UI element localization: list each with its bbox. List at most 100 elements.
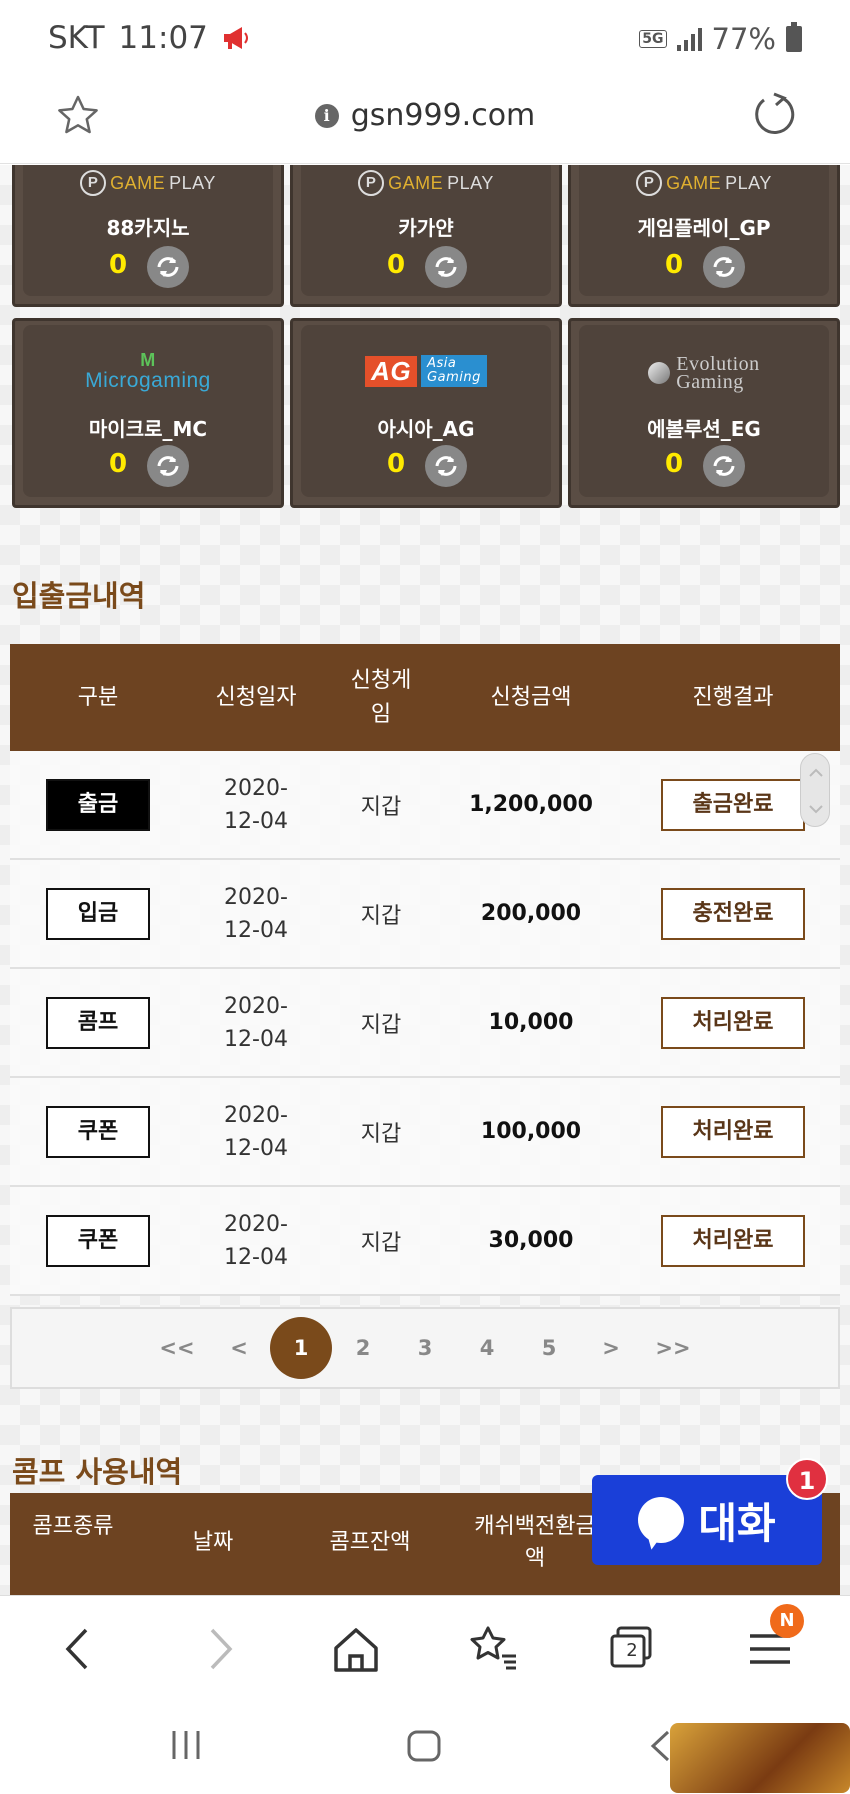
refresh-button[interactable]	[703, 246, 745, 288]
page-next[interactable]: >	[580, 1336, 642, 1360]
status-bar: SKT 11:07 5G 77%	[0, 0, 850, 80]
carrier-label: SKT	[48, 20, 105, 56]
status-button[interactable]: 충전완료	[661, 887, 805, 940]
system-nav-bar	[0, 1695, 850, 1794]
page-content: P GAME PLAY 88카지노 0 P GAME PLAY 카가얀 0 P GAME P…	[0, 165, 850, 1595]
battery-percent: 77%	[711, 22, 776, 56]
asia-gaming-logo: AG Asia Gaming	[293, 355, 559, 387]
date-cell: 2020- 12-04	[224, 1211, 288, 1270]
page-first[interactable]: <<	[146, 1336, 208, 1360]
info-icon[interactable]: i	[314, 104, 339, 128]
amount-cell: 1,200,000	[469, 792, 593, 817]
battery-icon	[786, 22, 802, 52]
floating-app-thumbnail[interactable]	[670, 1723, 850, 1793]
table-row: 콤프 2020- 12-04 지갑 10,000 처리완료	[10, 969, 840, 1078]
refresh-button[interactable]	[147, 246, 189, 288]
game-card: P GAME PLAY 게임플레이_GP 0	[568, 165, 840, 307]
page-prev[interactable]: <	[208, 1336, 270, 1360]
game-card: AG Asia Gaming 아시아_AG 0	[290, 318, 562, 508]
signal-icon	[676, 27, 702, 51]
type-badge: 쿠폰	[46, 1105, 150, 1158]
browser-url-bar: i gsn999.com	[0, 80, 850, 164]
game-balance: 0	[109, 449, 128, 479]
gameplay-logo: P GAME PLAY	[15, 170, 281, 196]
game-balance: 0	[665, 449, 684, 479]
forward-icon[interactable]	[190, 1624, 246, 1674]
page-5[interactable]: 5	[518, 1336, 580, 1360]
page-2[interactable]: 2	[332, 1336, 394, 1360]
page-3[interactable]: 3	[394, 1336, 456, 1360]
evolution-gaming-logo: Evolution Gaming	[571, 354, 837, 392]
date-cell: 2020- 12-04	[224, 775, 288, 834]
header-result: 진행결과	[692, 684, 774, 710]
table-row: 쿠폰 2020- 12-04 지갑 100,000 처리완료	[10, 1078, 840, 1187]
megaphone-icon	[223, 27, 248, 49]
header-game: 신청게임	[350, 667, 412, 727]
deposit-history-title: 입출금내역	[12, 579, 146, 613]
chat-notification-badge: 1	[786, 1458, 828, 1500]
back-icon[interactable]	[52, 1624, 108, 1674]
header-comp-type: 콤프종류	[32, 1514, 114, 1539]
chat-label: 대화	[698, 1498, 776, 1548]
refresh-button[interactable]	[147, 445, 189, 487]
wallet-cell: 지갑	[360, 794, 402, 820]
type-badge: 쿠폰	[46, 1214, 150, 1267]
game-balance: 0	[109, 250, 128, 280]
home-button-icon[interactable]	[406, 1729, 442, 1763]
game-name: 아시아_AG	[377, 417, 475, 441]
5g-icon: 5G	[639, 30, 667, 48]
system-back-icon[interactable]	[648, 1729, 672, 1763]
status-button[interactable]: 처리완료	[661, 1214, 805, 1267]
refresh-button[interactable]	[425, 246, 467, 288]
date-cell: 2020- 12-04	[224, 1102, 288, 1161]
wallet-cell: 지갑	[360, 1230, 402, 1256]
date-cell: 2020- 12-04	[224, 993, 288, 1052]
gameplay-logo: P GAME PLAY	[293, 170, 559, 196]
scroll-to-top-bottom-control[interactable]	[800, 753, 830, 827]
comp-history-title: 콤프 사용내역	[12, 1455, 183, 1489]
status-button[interactable]: 처리완료	[661, 996, 805, 1049]
game-balance: 0	[387, 250, 406, 280]
type-badge: 출금	[46, 778, 150, 831]
table-header: 구분 신청일자 신청게임 신청금액 진행결과	[10, 644, 840, 751]
table-row: 출금 2020- 12-04 지갑 1,200,000 출금완료	[10, 751, 840, 860]
amount-cell: 30,000	[488, 1228, 574, 1253]
microgaming-logo: M Microgaming	[85, 350, 211, 392]
home-icon[interactable]	[328, 1624, 384, 1674]
refresh-icon	[157, 257, 179, 277]
refresh-button[interactable]	[703, 445, 745, 487]
refresh-button[interactable]	[425, 445, 467, 487]
url-display[interactable]: i gsn999.com	[0, 98, 850, 133]
chat-bubble-icon	[638, 1497, 685, 1543]
table-row: 쿠폰 2020- 12-04 지갑 30,000 처리완료	[10, 1187, 840, 1296]
bookmarks-icon[interactable]	[466, 1624, 522, 1674]
game-name: 마이크로_MC	[88, 417, 208, 441]
amount-cell: 10,000	[488, 1010, 574, 1035]
status-button[interactable]: 출금완료	[661, 778, 805, 831]
wallet-cell: 지갑	[360, 1012, 402, 1038]
refresh-icon	[435, 456, 457, 476]
pagination: << < 1 2 3 4 5 > >>	[10, 1307, 840, 1389]
page-last[interactable]: >>	[642, 1336, 704, 1360]
status-button[interactable]: 처리완료	[661, 1105, 805, 1158]
refresh-icon	[713, 456, 735, 476]
reload-icon[interactable]	[752, 92, 798, 138]
clock: 11:07	[118, 20, 208, 56]
game-name: 카가얀	[398, 216, 454, 240]
refresh-icon	[157, 456, 179, 476]
type-badge: 입금	[46, 887, 150, 940]
tabs-button[interactable]: 2	[604, 1624, 660, 1674]
page-1[interactable]: 1	[270, 1317, 332, 1379]
game-name: 에볼루션_EG	[647, 417, 761, 441]
refresh-icon	[435, 257, 457, 277]
recent-apps-icon[interactable]	[168, 1729, 204, 1761]
game-card: P GAME PLAY 88카지노 0	[12, 165, 284, 307]
header-comp-balance: 콤프잔액	[329, 1530, 411, 1555]
header-comp-date: 날짜	[192, 1530, 234, 1555]
game-name: 게임플레이_GP	[637, 216, 771, 240]
page-4[interactable]: 4	[456, 1336, 518, 1360]
game-card: Evolution Gaming 에볼루션_EG 0	[568, 318, 840, 508]
header-type: 구분	[77, 684, 119, 710]
game-card: M Microgaming 마이크로_MC 0	[12, 318, 284, 508]
header-date: 신청일자	[215, 684, 297, 710]
